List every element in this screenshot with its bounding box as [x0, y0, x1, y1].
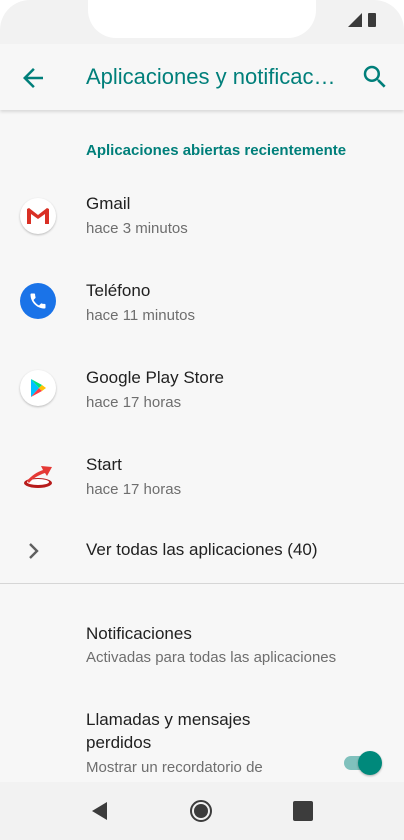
app-last-used: hace 17 horas — [86, 394, 182, 411]
status-bar — [0, 0, 404, 44]
see-all-apps-button[interactable]: Ver todas las aplicaciones (40) — [0, 531, 404, 571]
nav-home-icon[interactable] — [189, 799, 213, 823]
divider — [0, 583, 404, 584]
phone-icon — [20, 283, 56, 319]
app-name: Google Play Store — [86, 368, 224, 387]
see-all-apps-label: Ver todas las aplicaciones (40) — [86, 540, 318, 559]
app-name: Teléfono — [86, 281, 151, 300]
app-bar: Aplicaciones y notificaciones — [0, 44, 404, 110]
signal-icon — [348, 13, 362, 27]
setting-notificaciones[interactable]: Notificaciones Activadas para todas las … — [0, 622, 404, 672]
setting-title: Notificaciones — [86, 624, 192, 643]
back-arrow-icon[interactable] — [18, 63, 48, 93]
app-last-used: hace 11 minutos — [86, 307, 195, 324]
nav-recents-icon[interactable] — [293, 801, 313, 821]
status-icons — [348, 13, 376, 27]
recent-app-play-store[interactable]: Google Play Store hace 17 horas — [0, 352, 404, 438]
play-store-icon — [20, 370, 56, 406]
page-title: Aplicaciones y notificaciones — [86, 64, 336, 89]
app-last-used: hace 3 minutos — [86, 220, 188, 237]
setting-subtitle: Mostrar un recordatorio de — [86, 759, 263, 776]
recent-app-start[interactable]: Start hace 17 horas — [0, 439, 404, 525]
nav-back-icon[interactable] — [88, 799, 112, 823]
setting-llamadas-perdidas[interactable]: Llamadas y mensajes perdidos Mostrar un … — [0, 708, 404, 782]
battery-icon — [368, 13, 376, 27]
search-icon[interactable] — [360, 62, 390, 92]
app-last-used: hace 17 horas — [86, 481, 182, 498]
app-name: Gmail — [86, 194, 131, 213]
chevron-right-icon — [26, 540, 42, 562]
display-notch — [88, 0, 316, 38]
setting-title: Llamadas y mensajes perdidos — [86, 710, 251, 752]
missed-calls-toggle[interactable] — [342, 750, 382, 775]
setting-subtitle: Activadas para todas las aplicaciones — [86, 649, 337, 666]
navigation-bar — [0, 782, 404, 840]
app-name: Start — [86, 455, 122, 474]
start-icon — [20, 457, 56, 493]
gmail-icon — [20, 198, 56, 234]
recent-app-telefono[interactable]: Teléfono hace 11 minutos — [0, 265, 404, 351]
recent-app-gmail[interactable]: Gmail hace 3 minutos — [0, 178, 404, 264]
recent-apps-header: Aplicaciones abiertas recientemente — [86, 142, 347, 159]
toggle-thumb — [358, 751, 382, 775]
settings-screen: Aplicaciones y notificaciones Aplicacion… — [0, 44, 404, 782]
